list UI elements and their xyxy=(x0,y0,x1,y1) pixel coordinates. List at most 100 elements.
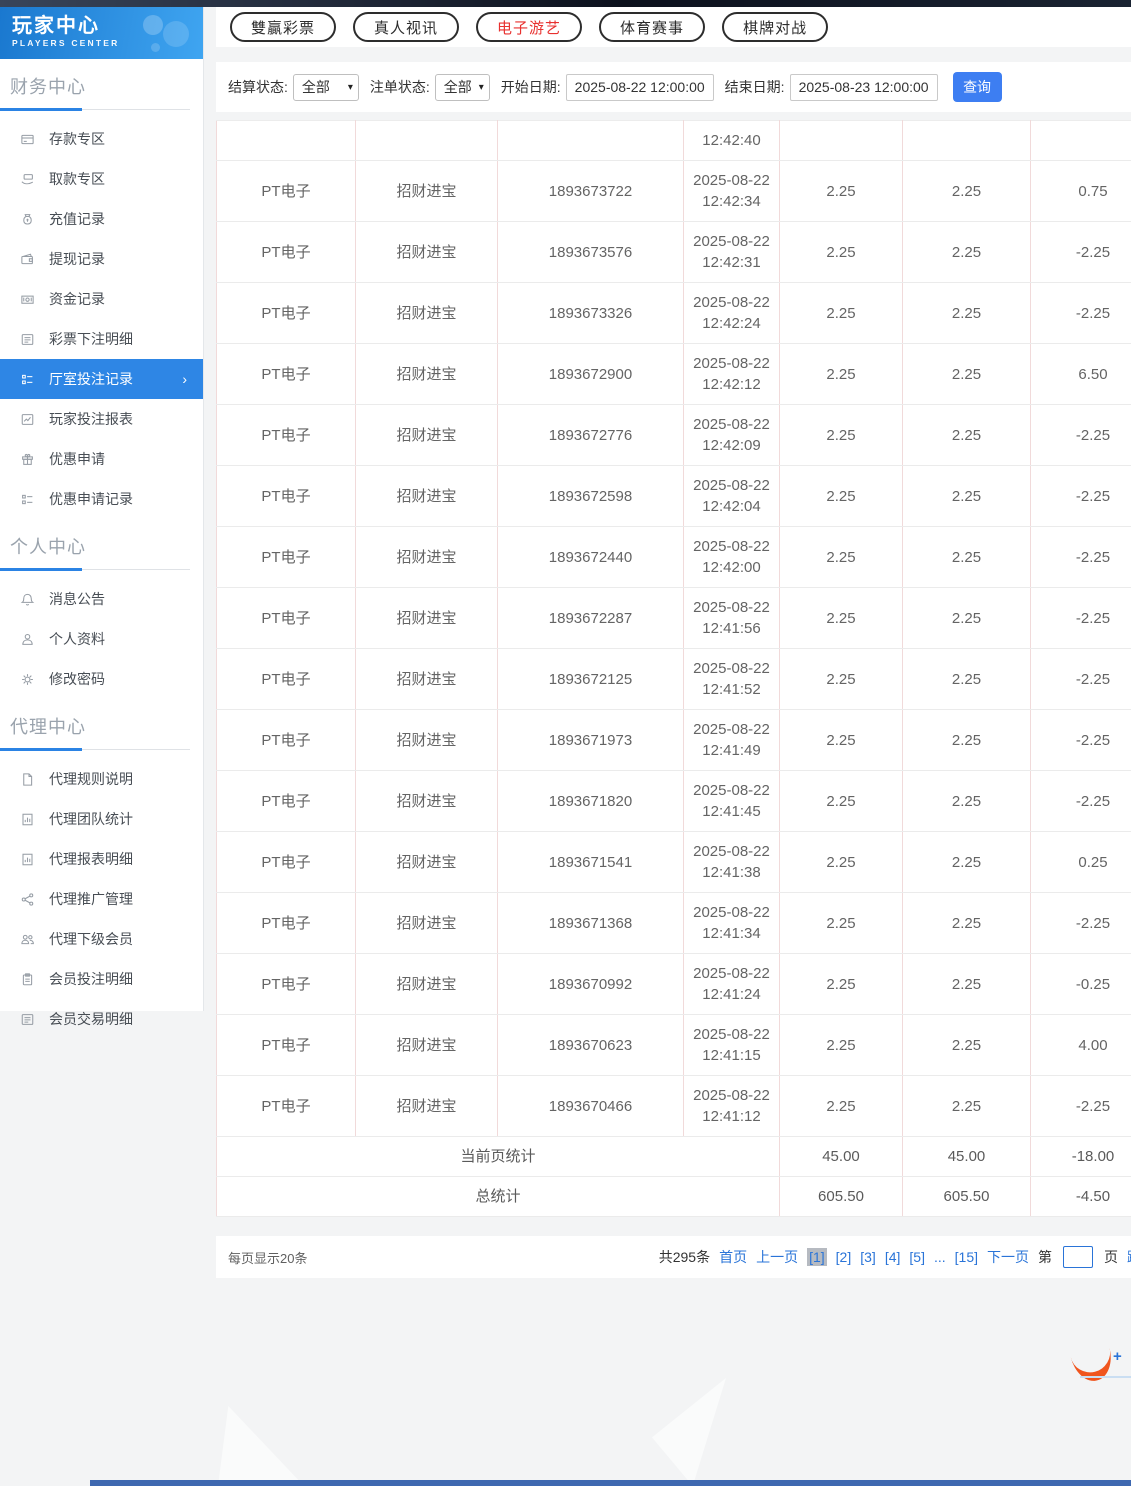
cell-profit: -2.25 xyxy=(1030,465,1131,527)
tab-体育赛事[interactable]: 体育赛事 xyxy=(599,12,706,42)
page-link-[2][interactable]: [2] xyxy=(836,1249,852,1265)
sidebar-item-充值记录[interactable]: 充值记录 xyxy=(0,199,203,239)
sidebar-item-label: 存款专区 xyxy=(49,131,105,147)
page-link-[4][interactable]: [4] xyxy=(885,1249,901,1265)
cell-game: 招财进宝 xyxy=(355,1014,498,1076)
sidebar-item-资金记录[interactable]: 资金记录 xyxy=(0,279,203,319)
page-link-[1][interactable]: [1] xyxy=(807,1248,827,1266)
cell-datetime: 2025-08-22 12:41:15 xyxy=(683,1014,780,1076)
sidebar-item-代理推广管理[interactable]: 代理推广管理 xyxy=(0,879,203,919)
cell-profit xyxy=(1030,120,1131,161)
page-link-[3][interactable]: [3] xyxy=(860,1249,876,1265)
first-page-link[interactable]: 首页 xyxy=(719,1247,747,1267)
page-link-...[interactable]: ... xyxy=(934,1249,946,1265)
cell-order: 1893673722 xyxy=(497,160,684,222)
sidebar-item-代理下级会员[interactable]: 代理下级会员 xyxy=(0,919,203,959)
chevron-right-icon: › xyxy=(182,371,187,387)
cell-datetime: 2025-08-22 12:42:04 xyxy=(683,465,780,527)
cell-bet: 605.50 xyxy=(779,1176,903,1217)
sidebar-item-玩家投注报表[interactable]: 玩家投注报表 xyxy=(0,399,203,439)
end-date-input[interactable] xyxy=(789,73,938,101)
table-row: PT电子 招财进宝 1893672125 2025-08-22 12:41:52 2.25… xyxy=(216,648,1131,710)
cell-valid: 2.25 xyxy=(902,282,1031,344)
cell-order: 1893672900 xyxy=(497,343,684,405)
sidebar-item-会员投注明细[interactable]: 会员投注明细 xyxy=(0,959,203,999)
sidebar-item-彩票下注明细[interactable]: 彩票下注明细 xyxy=(0,319,203,359)
sidebar-section-title: 财务中心 xyxy=(10,77,86,97)
cell-valid xyxy=(902,120,1031,161)
tab-雙贏彩票[interactable]: 雙贏彩票 xyxy=(230,12,337,42)
table-row: PT电子 招财进宝 1893672440 2025-08-22 12:42:00 2.25… xyxy=(216,526,1131,588)
settle-status-value: 全部 xyxy=(301,79,330,95)
sidebar-item-消息公告[interactable]: 消息公告 xyxy=(0,579,203,619)
bet-records-table: 12:42:40 PT电子 招财进宝 1893673722 2025-08-22 12:4… xyxy=(216,120,1131,1217)
sidebar-item-优惠申请记录[interactable]: 优惠申请记录 xyxy=(0,479,203,519)
query-button[interactable]: 查询 xyxy=(952,72,1002,102)
order-status-select[interactable]: 全部 ▾ xyxy=(434,73,490,101)
cell-game: 招财进宝 xyxy=(355,526,498,588)
sidebar-item-label: 彩票下注明细 xyxy=(49,331,133,347)
bell-icon xyxy=(20,592,35,607)
next-page-link[interactable]: 下一页 xyxy=(987,1247,1029,1267)
cell-valid: 2.25 xyxy=(902,404,1031,466)
jump-button[interactable]: 跳转 xyxy=(1127,1247,1131,1267)
tab-真人视讯[interactable]: 真人视讯 xyxy=(353,12,460,42)
sidebar-item-会员交易明细[interactable]: 会员交易明细 xyxy=(0,999,203,1039)
cell-valid: 2.25 xyxy=(902,709,1031,771)
sidebar-item-label: 代理下级会员 xyxy=(49,931,133,947)
pager: 共295条首页上一页 [1] [2] [3] [4] [5]... [15] 下一页第 页跳转 xyxy=(659,1246,1131,1268)
cell-valid: 2.25 xyxy=(902,1014,1031,1076)
report-icon xyxy=(20,812,35,827)
sidebar-item-修改密码[interactable]: 修改密码 xyxy=(0,659,203,699)
cell-profit: -4.50 xyxy=(1030,1176,1131,1217)
tab-棋牌对战[interactable]: 棋牌对战 xyxy=(722,12,829,42)
cell-game: 招财进宝 xyxy=(355,831,498,893)
table-row: PT电子 招财进宝 1893673326 2025-08-22 12:42:24 2.25… xyxy=(216,282,1131,344)
cell-bet: 2.25 xyxy=(779,892,903,954)
cell-profit: -2.25 xyxy=(1030,1075,1131,1137)
share-icon xyxy=(20,892,35,907)
table-row: PT电子 招财进宝 1893673576 2025-08-22 12:42:31 2.25… xyxy=(216,221,1131,283)
sidebar-item-label: 会员投注明细 xyxy=(49,971,133,987)
tab-电子游艺[interactable]: 电子游艺 xyxy=(476,12,583,42)
cell-platform xyxy=(216,120,356,161)
background-triangle-decor xyxy=(218,1406,304,1486)
cell-valid: 2.25 xyxy=(902,1075,1031,1137)
sidebar-item-代理报表明细[interactable]: 代理报表明细 xyxy=(0,839,203,879)
cell-bet: 2.25 xyxy=(779,770,903,832)
cell-datetime: 2025-08-22 12:41:45 xyxy=(683,770,780,832)
cell-valid: 2.25 xyxy=(902,465,1031,527)
cell-game: 招财进宝 xyxy=(355,404,498,466)
clipboard-icon xyxy=(20,972,35,987)
sidebar-item-取款专区[interactable]: 取款专区 xyxy=(0,159,203,199)
page-link-[5][interactable]: [5] xyxy=(909,1249,925,1265)
cell-game: 招财进宝 xyxy=(355,1075,498,1137)
sidebar-item-label: 充值记录 xyxy=(49,211,105,227)
jump-prefix: 第 xyxy=(1038,1249,1052,1265)
sidebar-item-个人资料[interactable]: 个人资料 xyxy=(0,619,203,659)
cell-bet: 2.25 xyxy=(779,1075,903,1137)
sidebar-item-label: 代理团队统计 xyxy=(49,811,133,827)
cell-bet: 2.25 xyxy=(779,1014,903,1076)
sidebar-item-优惠申请[interactable]: 优惠申请 xyxy=(0,439,203,479)
footer-logo-swoosh-icon xyxy=(1069,1342,1117,1386)
start-date-input[interactable] xyxy=(565,73,714,101)
sidebar-item-代理规则说明[interactable]: 代理规则说明 xyxy=(0,759,203,799)
cell-order: 1893672440 xyxy=(497,526,684,588)
cell-order xyxy=(497,120,684,161)
page-link-[15][interactable]: [15] xyxy=(955,1249,978,1265)
list-icon xyxy=(20,1012,35,1027)
prev-page-link[interactable]: 上一页 xyxy=(756,1247,798,1267)
cell-game: 招财进宝 xyxy=(355,770,498,832)
cell-platform: PT电子 xyxy=(216,953,356,1015)
cell-profit: -2.25 xyxy=(1030,526,1131,588)
cell-profit: 0.75 xyxy=(1030,160,1131,222)
sidebar-item-代理团队统计[interactable]: 代理团队统计 xyxy=(0,799,203,839)
cell-datetime: 2025-08-22 12:41:52 xyxy=(683,648,780,710)
settle-status-select[interactable]: 全部 ▾ xyxy=(292,73,359,101)
sidebar-item-提现记录[interactable]: 提现记录 xyxy=(0,239,203,279)
cell-datetime: 2025-08-22 12:42:31 xyxy=(683,221,780,283)
sidebar-item-存款专区[interactable]: 存款专区 xyxy=(0,119,203,159)
jump-page-input[interactable] xyxy=(1063,1246,1093,1268)
sidebar-item-厅室投注记录[interactable]: 厅室投注记录 › xyxy=(0,359,203,399)
